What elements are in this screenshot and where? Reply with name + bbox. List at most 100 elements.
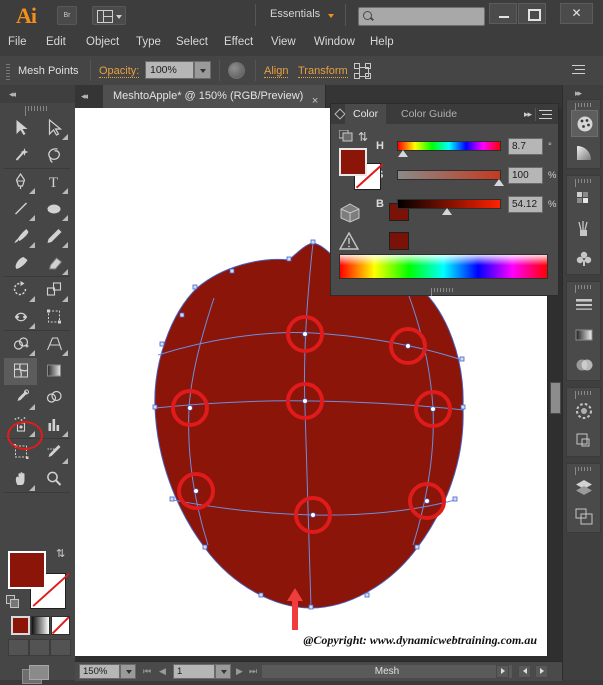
hue-input[interactable]: 8.7 xyxy=(508,138,543,155)
tool-flyout-indicator[interactable] xyxy=(62,431,68,437)
panel-resize-grip[interactable] xyxy=(431,288,457,296)
fill-color-swatch[interactable] xyxy=(339,148,367,176)
tool-flyout-indicator[interactable] xyxy=(29,188,35,194)
tool-flyout-indicator[interactable] xyxy=(62,458,68,464)
color-panel-fill-stroke[interactable] xyxy=(339,148,381,190)
tool-flyout-indicator[interactable] xyxy=(62,269,68,275)
draw-normal-button[interactable] xyxy=(8,639,29,656)
last-artboard-button[interactable]: ⏭ xyxy=(249,666,257,677)
transform-handles-icon[interactable] xyxy=(354,63,371,79)
scale-tool[interactable] xyxy=(37,277,70,304)
appearance-panel-button[interactable] xyxy=(571,398,598,425)
first-artboard-button[interactable]: ⏮ xyxy=(143,666,151,677)
out-of-web-warning-icon[interactable] xyxy=(338,231,360,250)
color-mode-button[interactable] xyxy=(11,616,30,635)
type-tool[interactable]: T xyxy=(37,169,70,196)
saturation-slider-knob[interactable] xyxy=(494,179,504,186)
panel-grip[interactable] xyxy=(6,64,10,82)
blob-brush-tool[interactable] xyxy=(4,250,37,277)
graphic-styles-panel-button[interactable] xyxy=(571,428,598,455)
none-mode-button[interactable] xyxy=(51,616,70,635)
ellipse-tool[interactable] xyxy=(37,196,70,223)
collapse-panel-icon[interactable]: ◂◂ xyxy=(9,89,16,100)
stroke-panel-button[interactable] xyxy=(571,292,598,319)
blend-tool[interactable] xyxy=(37,385,70,412)
out-of-web-swatch[interactable] xyxy=(389,232,409,250)
menu-help[interactable]: Help xyxy=(370,36,394,48)
tool-flyout-indicator[interactable] xyxy=(29,431,35,437)
eraser-tool[interactable] xyxy=(37,250,70,277)
shape-builder-tool[interactable] xyxy=(4,331,37,358)
free-transform-tool[interactable] xyxy=(37,304,70,331)
menu-select[interactable]: Select xyxy=(176,36,208,48)
tab-color-guide[interactable]: Color Guide xyxy=(393,104,465,124)
tool-flyout-indicator[interactable] xyxy=(62,134,68,140)
brushes-panel-button[interactable] xyxy=(571,216,598,243)
line-segment-tool[interactable] xyxy=(4,196,37,223)
tool-flyout-indicator[interactable] xyxy=(29,296,35,302)
draw-behind-button[interactable] xyxy=(29,639,50,656)
selection-tool[interactable] xyxy=(4,115,37,142)
width-tool[interactable] xyxy=(4,304,37,331)
hue-slider-knob[interactable] xyxy=(398,150,408,157)
dock-group-grip[interactable] xyxy=(575,103,593,111)
swap-fill-stroke-icon[interactable]: ⇅ xyxy=(56,547,68,560)
out-of-gamut-warning-icon[interactable] xyxy=(339,203,361,223)
pencil-tool[interactable] xyxy=(37,223,70,250)
dock-group-grip[interactable] xyxy=(575,467,593,475)
vertical-scrollbar-thumb[interactable] xyxy=(550,382,561,414)
swap-fill-stroke-icon[interactable]: ⇅ xyxy=(358,130,372,144)
tool-flyout-indicator[interactable] xyxy=(62,242,68,248)
menu-file[interactable]: File xyxy=(8,36,27,48)
symbols-panel-button[interactable] xyxy=(571,246,598,273)
default-fill-stroke-icon[interactable] xyxy=(6,595,19,608)
brightness-slider-knob[interactable] xyxy=(442,208,452,215)
search-input[interactable] xyxy=(358,7,485,26)
artboards-panel-button[interactable] xyxy=(571,504,598,531)
slice-tool[interactable] xyxy=(37,439,70,466)
hue-slider[interactable] xyxy=(397,141,501,151)
lasso-tool[interactable] xyxy=(37,142,70,169)
brightness-input[interactable]: 54.12 xyxy=(508,196,543,213)
fill-stroke-control[interactable]: ⇅ xyxy=(6,548,68,609)
workspace-switcher[interactable]: Essentials xyxy=(270,8,320,20)
collapse-panel-icon[interactable]: ◂◂ xyxy=(81,91,88,102)
expand-dock-icon[interactable]: ▸▸ xyxy=(575,88,582,99)
menu-object[interactable]: Object xyxy=(86,36,119,48)
tool-flyout-indicator[interactable] xyxy=(62,188,68,194)
artboard-number-dropdown[interactable] xyxy=(215,664,231,679)
zoom-tool[interactable] xyxy=(37,466,70,493)
saturation-slider[interactable] xyxy=(397,170,501,180)
tool-flyout-indicator[interactable] xyxy=(62,296,68,302)
transparency-panel-button[interactable] xyxy=(571,352,598,379)
minimize-button[interactable] xyxy=(489,3,517,24)
dock-group-grip[interactable] xyxy=(575,179,593,187)
maximize-button[interactable] xyxy=(518,3,546,24)
tools-panel-grip[interactable] xyxy=(25,106,51,116)
layers-panel-button[interactable] xyxy=(571,474,598,501)
gradient-tool[interactable] xyxy=(37,358,70,385)
opacity-dropdown-button[interactable] xyxy=(194,61,211,79)
transform-button[interactable]: Transform xyxy=(298,65,348,78)
swatches-panel-button[interactable] xyxy=(571,186,598,213)
hand-tool[interactable] xyxy=(4,466,37,493)
status-expand-button[interactable] xyxy=(496,665,509,678)
tool-flyout-indicator[interactable] xyxy=(62,215,68,221)
zoom-level-input[interactable]: 150% xyxy=(79,664,120,679)
tool-flyout-indicator[interactable] xyxy=(29,404,35,410)
menu-edit[interactable]: Edit xyxy=(46,36,66,48)
artboard-number-input[interactable]: 1 xyxy=(173,664,215,679)
close-button[interactable]: ✕ xyxy=(560,3,593,24)
draw-inside-button[interactable] xyxy=(50,639,71,656)
artboard-tool[interactable] xyxy=(4,439,37,466)
paintbrush-tool[interactable] xyxy=(4,223,37,250)
column-graph-tool[interactable] xyxy=(37,412,70,439)
tool-flyout-indicator[interactable] xyxy=(29,242,35,248)
panel-menu-icon[interactable] xyxy=(572,65,585,76)
tool-flyout-indicator[interactable] xyxy=(62,350,68,356)
tool-flyout-indicator[interactable] xyxy=(29,485,35,491)
menu-effect[interactable]: Effect xyxy=(224,36,253,48)
zoom-level-dropdown[interactable] xyxy=(120,664,136,679)
recolor-artwork-button[interactable] xyxy=(228,62,245,79)
fill-color-swatch[interactable] xyxy=(8,551,46,589)
